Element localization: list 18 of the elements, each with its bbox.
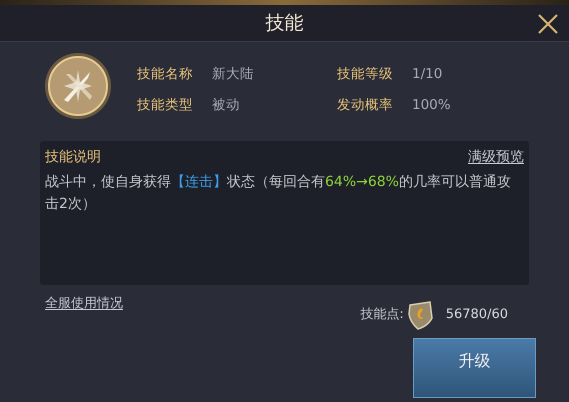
- close-icon[interactable]: [537, 13, 559, 35]
- server-usage-link[interactable]: 全服使用情况: [45, 294, 123, 314]
- window-title: 技能: [266, 10, 304, 36]
- shield-icon: [406, 300, 434, 330]
- info-value: 100%: [412, 96, 452, 114]
- info-label: 技能类型: [137, 96, 194, 114]
- skill-points-value: 56780/60: [446, 306, 508, 324]
- info-value: 新大陆: [212, 65, 255, 84]
- info-label: 技能名称: [137, 65, 194, 84]
- info-value: 1/10: [412, 65, 444, 84]
- info-label: 技能等级: [337, 65, 394, 84]
- skill-points-label: 技能点:: [360, 306, 404, 324]
- description-text: 战斗中，使自身获得【连击】状态（每回合有64%→68%的几率可以普通攻击2次）: [45, 173, 512, 214]
- info-label: 发动概率: [337, 96, 394, 114]
- section-title: 技能说明: [45, 148, 101, 167]
- upgrade-button[interactable]: 升级: [413, 338, 536, 398]
- info-value: 被动: [212, 96, 241, 114]
- max-level-preview-link[interactable]: 满级预览: [468, 147, 524, 168]
